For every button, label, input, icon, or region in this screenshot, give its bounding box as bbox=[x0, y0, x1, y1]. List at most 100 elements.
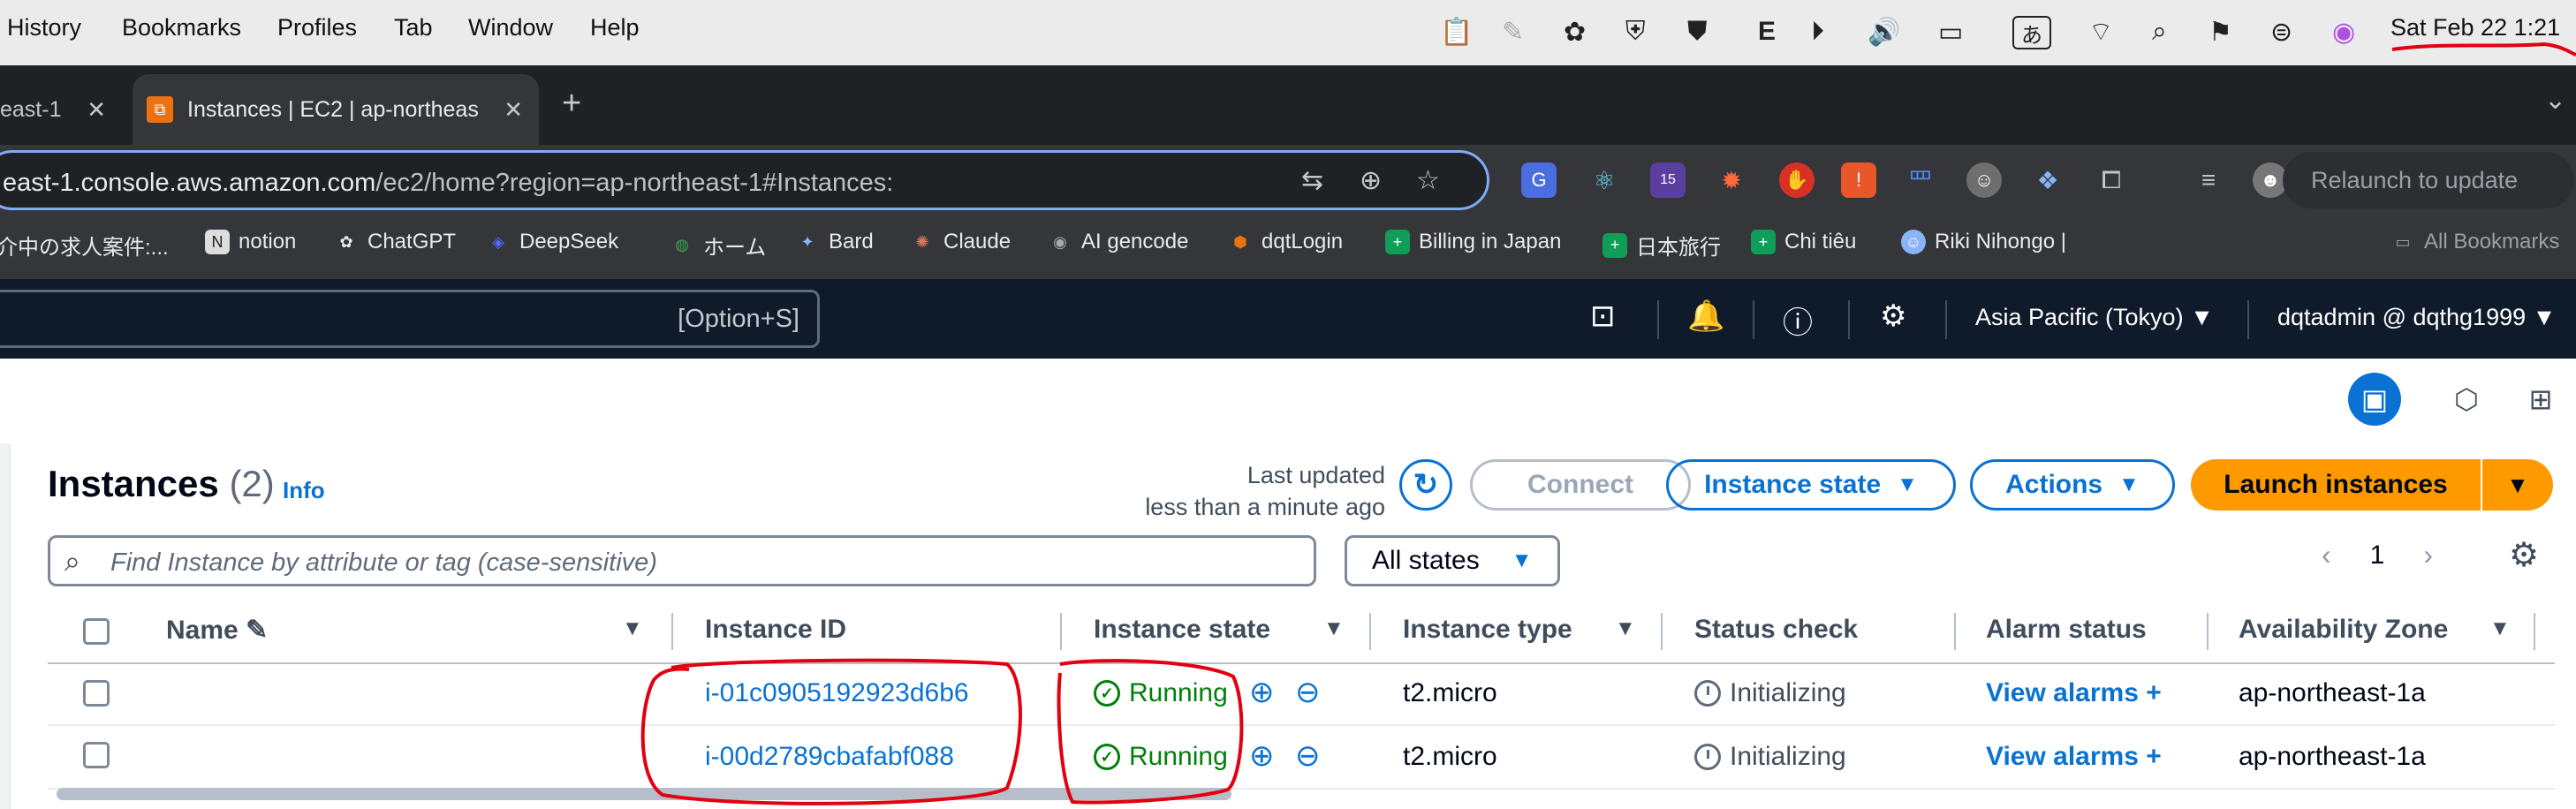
bookmark-notion[interactable]: Nnotion bbox=[205, 230, 296, 254]
menu-history[interactable]: History bbox=[7, 14, 81, 42]
notifications-bell-icon[interactable]: 🔔 bbox=[1687, 299, 1724, 334]
connect-button[interactable]: Connect bbox=[1470, 459, 1691, 510]
current-page[interactable]: 1 bbox=[2370, 541, 2385, 571]
view-alarms-link[interactable]: View alarms + bbox=[1986, 678, 2162, 708]
wifi-icon[interactable]: ⌔ bbox=[2088, 12, 2113, 51]
launch-dropdown-button[interactable]: ▼ bbox=[2482, 459, 2553, 510]
column-divider[interactable] bbox=[1661, 613, 1663, 650]
bookmark-chi-tieu[interactable]: + Chi tiêu bbox=[1751, 230, 1856, 254]
settings-gear-icon[interactable]: ⚙ bbox=[1880, 299, 1906, 334]
volume-icon[interactable]: 🔊 bbox=[1868, 12, 1900, 51]
bookmark-ai-gencode[interactable]: ◉ AI gencode bbox=[1048, 230, 1188, 254]
menubar-clock[interactable]: Sat Feb 22 1:21 bbox=[2390, 14, 2560, 42]
network-extension-icon[interactable]: ❖ bbox=[2030, 163, 2065, 198]
menu-help[interactable]: Help bbox=[590, 14, 640, 42]
tab-search-icon[interactable]: ⌄ bbox=[2544, 85, 2566, 116]
flag-icon[interactable]: ⚑ bbox=[2209, 12, 2232, 51]
previous-page-icon[interactable]: ‹ bbox=[2322, 539, 2331, 571]
info-link[interactable]: Info bbox=[283, 477, 325, 504]
states-filter-select[interactable]: All states ▼ bbox=[1345, 535, 1560, 586]
sort-caret-icon[interactable]: ▼ bbox=[1323, 616, 1345, 641]
bookmark-star-icon[interactable]: ☆ bbox=[1416, 165, 1440, 196]
row-checkbox[interactable] bbox=[83, 742, 110, 768]
refresh-button[interactable]: ↻ bbox=[1399, 459, 1452, 510]
column-divider[interactable] bbox=[1369, 613, 1371, 650]
menu-profiles[interactable]: Profiles bbox=[277, 14, 357, 42]
bookmark-dqtlogin[interactable]: ⬢ dqtLogin bbox=[1228, 230, 1343, 254]
column-divider[interactable] bbox=[2534, 613, 2535, 650]
fire-extension-icon[interactable]: ✹ bbox=[1714, 163, 1749, 198]
bookmark-chatgpt[interactable]: ✿ ChatGPT bbox=[334, 230, 456, 254]
zoom-icon[interactable]: ⊕ bbox=[1360, 165, 1382, 196]
bookmark-claude[interactable]: ✺ Claude bbox=[910, 230, 1011, 254]
hand-extension-icon[interactable]: ✋ bbox=[1779, 163, 1815, 198]
tab-inactive[interactable]: east-1 ✕ bbox=[0, 74, 115, 145]
clipboard-icon[interactable]: 📋 bbox=[1440, 12, 1473, 51]
zoom-in-icon[interactable]: ⊕ bbox=[1249, 675, 1275, 710]
bookmark-japan-travel[interactable]: + 日本旅行 bbox=[1602, 230, 1721, 261]
aws-search-input[interactable]: [Option+S] bbox=[0, 290, 820, 348]
input-method-icon[interactable]: あ bbox=[2012, 16, 2051, 49]
zoom-out-icon[interactable]: ⊖ bbox=[1295, 738, 1321, 774]
bookmark-riki[interactable]: ☺ Riki Nihongo | bbox=[1901, 230, 2066, 254]
translate-icon[interactable]: ⇆ bbox=[1301, 165, 1323, 196]
instance-search[interactable]: ⌕ bbox=[48, 535, 1316, 586]
menu-tab[interactable]: Tab bbox=[394, 14, 433, 42]
next-page-icon[interactable]: › bbox=[2423, 539, 2433, 571]
profile-extension-icon[interactable]: ☺ bbox=[1966, 163, 2002, 198]
notifications-panel-icon[interactable]: ⬡ bbox=[2440, 373, 2493, 426]
url-text[interactable]: east-1.console.aws.amazon.com/ec2/home?r… bbox=[3, 169, 893, 198]
bookmark-deepseek[interactable]: ◈ DeepSeek bbox=[486, 230, 618, 254]
menu-window[interactable]: Window bbox=[468, 14, 553, 42]
sort-caret-icon[interactable]: ▼ bbox=[622, 616, 643, 641]
control-center-icon[interactable]: ⊜ bbox=[2270, 12, 2292, 51]
bookmark-home[interactable]: ◍ ホーム bbox=[670, 230, 766, 261]
close-tab-icon[interactable]: ✕ bbox=[504, 96, 523, 124]
column-divider[interactable] bbox=[2207, 613, 2209, 650]
table-row[interactable]: i-01c0905192923d6b6 ✓ Running ⊕ ⊖ t2.micr… bbox=[48, 662, 2555, 726]
table-preferences-gear-icon[interactable]: ⚙ bbox=[2509, 535, 2539, 575]
address-bar[interactable]: east-1.console.aws.amazon.com/ec2/home?r… bbox=[0, 150, 1489, 210]
bookmark-billing[interactable]: + Billing in Japan bbox=[1385, 230, 1561, 254]
shield-extension-icon[interactable]: ! bbox=[1841, 163, 1876, 198]
extensions-puzzle-icon[interactable]: ⧠ bbox=[2094, 163, 2129, 198]
instance-id-link[interactable]: i-01c0905192923d6b6 bbox=[705, 678, 969, 708]
tools-panel-icon[interactable]: ⊞ bbox=[2514, 373, 2567, 426]
column-divider[interactable] bbox=[1954, 613, 1956, 650]
instance-state-button[interactable]: Instance state ▼ bbox=[1666, 459, 1956, 510]
help-icon[interactable]: ⓘ bbox=[1783, 299, 1813, 342]
search-input[interactable] bbox=[109, 543, 1296, 582]
all-bookmarks[interactable]: ▭ All Bookmarks bbox=[2390, 230, 2559, 254]
menu-bookmarks[interactable]: Bookmarks bbox=[122, 14, 241, 42]
zoom-out-icon[interactable]: ⊖ bbox=[1295, 675, 1321, 710]
close-tab-icon[interactable]: ✕ bbox=[87, 96, 106, 124]
column-header-name[interactable]: Name ✎ bbox=[166, 615, 268, 646]
security-icon[interactable]: ⛊ bbox=[1687, 12, 1708, 51]
zoom-in-icon[interactable]: ⊕ bbox=[1249, 738, 1275, 774]
reading-list-icon[interactable]: ≡ bbox=[2191, 163, 2226, 198]
column-header-instance-id[interactable]: Instance ID bbox=[705, 615, 846, 645]
battery-icon[interactable]: ▭ bbox=[1938, 12, 1963, 51]
bookmark-bard[interactable]: ✦ Bard bbox=[795, 230, 873, 254]
instance-id-link[interactable]: i-00d2789cbafabf088 bbox=[705, 742, 954, 772]
column-header-status-check[interactable]: Status check bbox=[1694, 615, 1858, 645]
column-divider[interactable] bbox=[671, 613, 673, 650]
chatgpt-icon[interactable]: ✿ bbox=[1564, 12, 1586, 51]
account-menu[interactable]: dqtadmin @ dqthg1999 ▼ bbox=[2277, 304, 2556, 331]
translate-extension-icon[interactable]: G bbox=[1521, 163, 1557, 198]
region-selector[interactable]: Asia Pacific (Tokyo) ▼ bbox=[1975, 304, 2214, 331]
relaunch-button[interactable]: Relaunch to update bbox=[2283, 152, 2574, 208]
react-devtools-icon[interactable]: ⚛ bbox=[1587, 163, 1622, 198]
tab-active[interactable]: ⧉ Instances | EC2 | ap-northeas ✕ bbox=[133, 74, 539, 145]
row-checkbox[interactable] bbox=[83, 680, 110, 707]
sort-caret-icon[interactable]: ▼ bbox=[2489, 616, 2511, 641]
select-all-checkbox[interactable] bbox=[83, 618, 110, 645]
extension-badge-icon[interactable]: 15 bbox=[1650, 163, 1686, 198]
column-divider[interactable] bbox=[1060, 613, 1062, 650]
shield-icon[interactable]: ⛨ bbox=[1625, 12, 1646, 51]
column-header-instance-state[interactable]: Instance state bbox=[1094, 615, 1270, 645]
actions-button[interactable]: Actions ▼ bbox=[1970, 459, 2175, 510]
column-header-instance-type[interactable]: Instance type bbox=[1403, 615, 1572, 645]
siri-icon[interactable]: ◉ bbox=[2332, 12, 2355, 51]
sort-caret-icon[interactable]: ▼ bbox=[1615, 616, 1636, 641]
